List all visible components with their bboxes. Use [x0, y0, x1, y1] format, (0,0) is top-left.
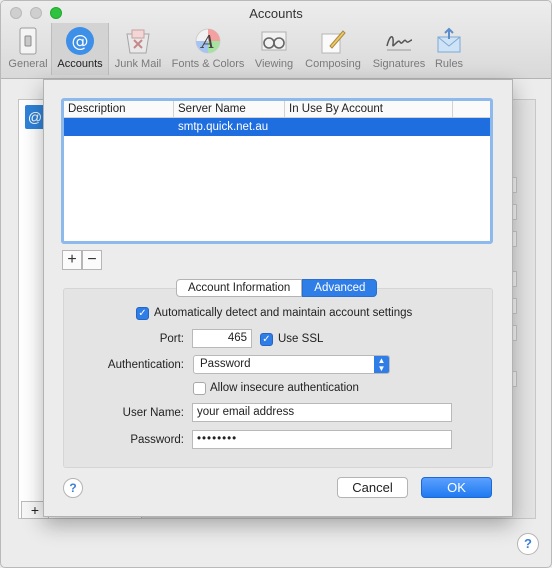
auto-detect-label: Automatically detect and maintain accoun…: [154, 307, 413, 319]
cancel-button[interactable]: Cancel: [337, 477, 408, 498]
authentication-select[interactable]: Password ▲ ▼: [193, 355, 390, 374]
toolbar-item-junk-mail[interactable]: Junk Mail: [109, 23, 167, 75]
column-header-description[interactable]: Description: [64, 101, 174, 118]
general-switch-icon: [13, 26, 43, 56]
toolbar-item-rules[interactable]: Rules: [431, 23, 467, 75]
background-help-button[interactable]: ?: [517, 533, 539, 555]
account-at-icon[interactable]: @: [25, 105, 45, 129]
ok-button[interactable]: OK: [421, 477, 492, 498]
allow-insecure-checkbox[interactable]: [193, 382, 206, 395]
server-table-row[interactable]: smtp.quick.net.au: [64, 118, 490, 136]
title-bar: Accounts General @ Accounts Junk Mail A …: [1, 1, 551, 79]
password-field[interactable]: ••••••••: [192, 430, 452, 449]
server-table-header: Description Server Name In Use By Accoun…: [64, 101, 490, 118]
toolbar-item-viewing[interactable]: Viewing: [249, 23, 299, 75]
help-button[interactable]: ?: [63, 478, 83, 498]
column-header-in-use-by-account[interactable]: In Use By Account: [285, 101, 453, 118]
allow-insecure-label: Allow insecure authentication: [210, 382, 359, 394]
use-ssl-checkbox[interactable]: ✓: [260, 333, 273, 346]
cell-in-use-by: [285, 118, 453, 136]
remove-server-button[interactable]: −: [82, 250, 102, 270]
port-label: Port:: [159, 333, 184, 345]
authentication-label: Authentication:: [107, 359, 184, 371]
add-server-button[interactable]: +: [62, 250, 82, 270]
toolbar-item-general[interactable]: General: [5, 23, 51, 75]
authentication-value: Password: [200, 358, 251, 370]
smtp-server-sheet: Description Server Name In Use By Accoun…: [43, 79, 513, 517]
window-title: Accounts: [249, 6, 303, 21]
chevron-up-down-icon: ▲ ▼: [374, 356, 389, 373]
tab-bar: Account Information Advanced: [176, 279, 378, 297]
at-sign-icon: @: [65, 26, 95, 56]
toolbar-item-signatures[interactable]: Signatures: [367, 23, 431, 75]
tab-advanced[interactable]: Advanced: [302, 279, 378, 297]
signature-icon: [384, 26, 414, 56]
junk-mail-icon: [123, 26, 153, 56]
use-ssl-label: Use SSL: [278, 333, 324, 345]
preferences-window: Accounts General @ Accounts Junk Mail A …: [0, 0, 552, 568]
fonts-colors-icon: A: [193, 26, 223, 56]
rules-envelope-icon: [434, 26, 464, 56]
username-label: User Name:: [122, 407, 184, 419]
cell-server-name: smtp.quick.net.au: [178, 121, 269, 133]
port-field[interactable]: 465: [192, 329, 252, 348]
auto-detect-checkbox[interactable]: ✓: [136, 307, 149, 320]
column-header-server-name[interactable]: Server Name: [174, 101, 285, 118]
pencil-paper-icon: [318, 26, 348, 56]
svg-text:@: @: [72, 32, 89, 52]
password-label: Password:: [130, 434, 184, 446]
svg-text:A: A: [200, 32, 215, 53]
server-table[interactable]: Description Server Name In Use By Accoun…: [61, 98, 493, 244]
toolbar-item-accounts[interactable]: @ Accounts: [51, 23, 109, 75]
username-field[interactable]: your email address: [192, 403, 452, 422]
toolbar-item-fonts-colors[interactable]: A Fonts & Colors: [167, 23, 249, 75]
tab-account-information[interactable]: Account Information: [176, 279, 303, 297]
cell-description: [64, 118, 174, 136]
glasses-icon: [259, 26, 289, 56]
preferences-toolbar: General @ Accounts Junk Mail A Fonts & C…: [5, 23, 467, 75]
toolbar-item-composing[interactable]: Composing: [299, 23, 367, 75]
